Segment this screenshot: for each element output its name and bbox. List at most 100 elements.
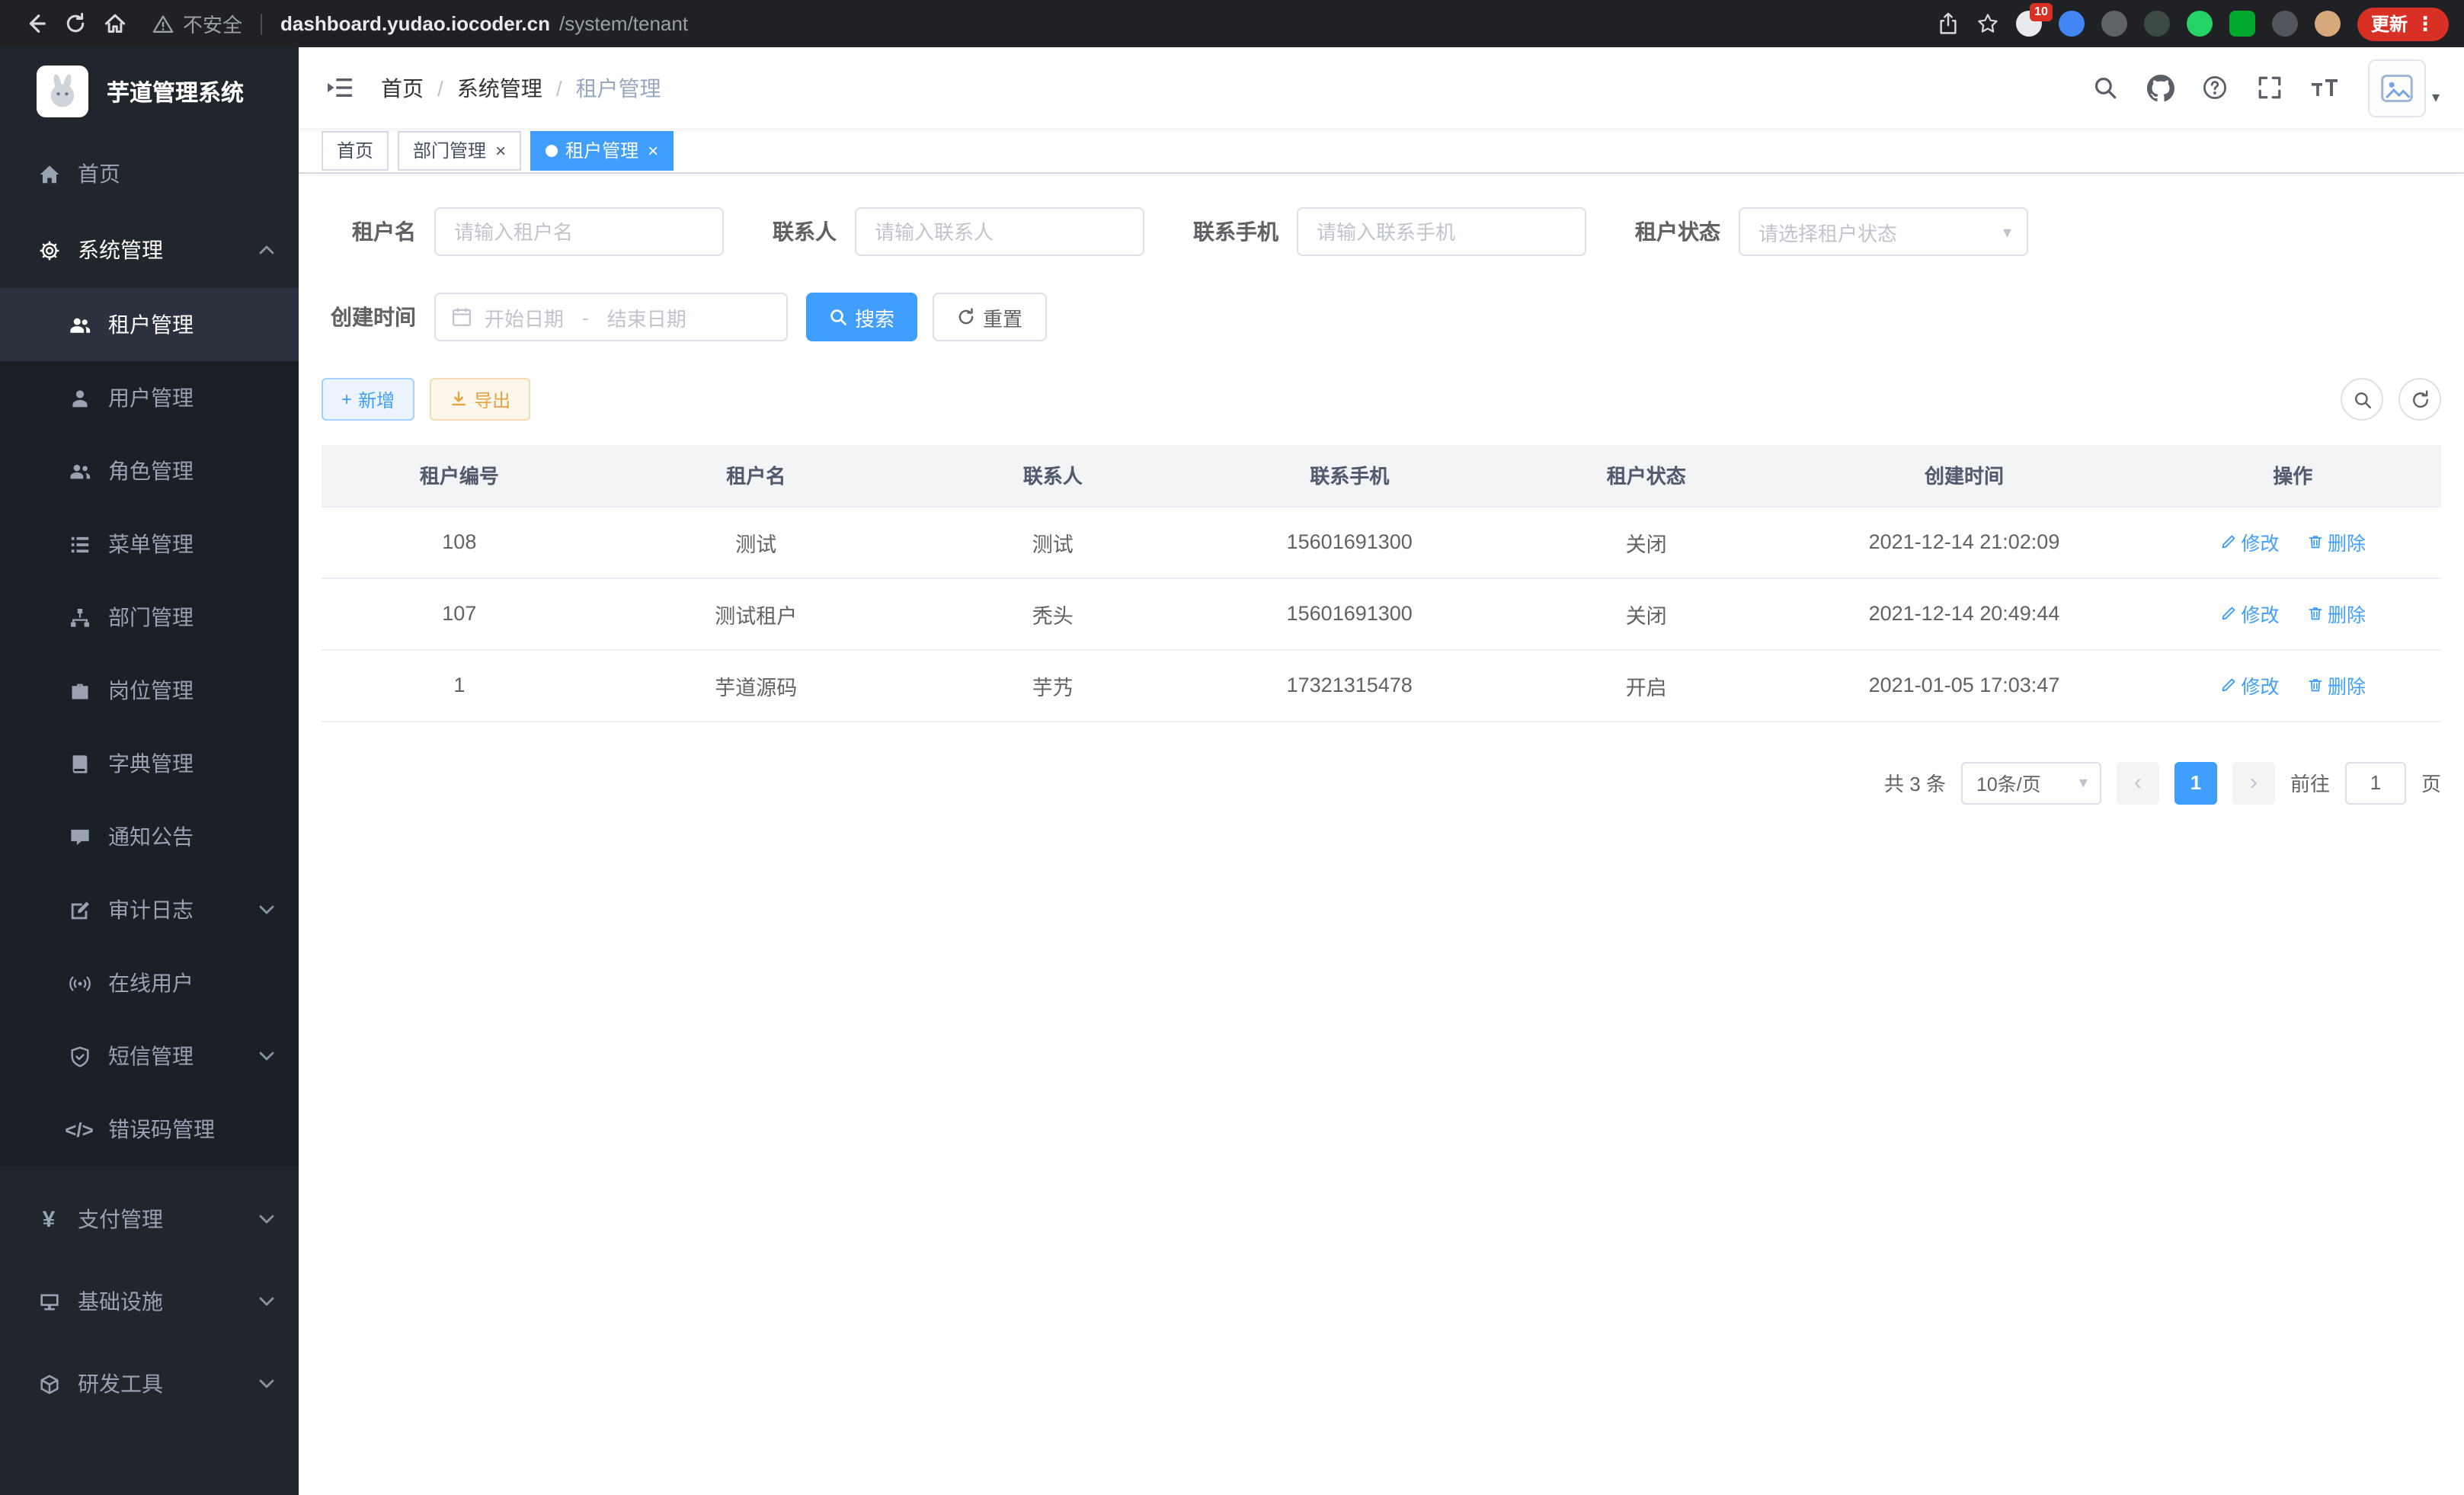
search-icon xyxy=(829,308,847,326)
extension-icon[interactable]: 10 xyxy=(2016,11,2042,37)
github-icon[interactable] xyxy=(2133,53,2188,123)
sidebar-item-dev-tool[interactable]: 研发工具 xyxy=(0,1343,299,1425)
sidebar-item-home[interactable]: 首页 xyxy=(0,136,299,212)
sidebar-item-error-code[interactable]: </> 错误码管理 xyxy=(0,1093,299,1166)
dept-tree-icon xyxy=(67,606,91,629)
reset-button[interactable]: 重置 xyxy=(933,293,1047,341)
status-select[interactable]: 请选择租户状态 ▾ xyxy=(1739,207,2028,256)
sidebar-item-infra[interactable]: 基础设施 xyxy=(0,1260,299,1343)
breadcrumb-current: 租户管理 xyxy=(576,72,661,103)
tenant-name-input[interactable] xyxy=(434,207,724,256)
profile-avatar[interactable] xyxy=(2315,11,2341,37)
breadcrumb-system[interactable]: 系统管理 xyxy=(457,72,542,103)
export-button-label: 导出 xyxy=(474,386,510,412)
bookmark-star-icon[interactable] xyxy=(1976,12,1999,35)
goto-page-input[interactable] xyxy=(2345,761,2406,804)
sidebar-item-label: 角色管理 xyxy=(108,456,194,486)
sidebar-item-menu[interactable]: 菜单管理 xyxy=(0,507,299,581)
reload-icon[interactable] xyxy=(55,4,94,43)
gear-icon xyxy=(37,238,61,261)
share-icon[interactable] xyxy=(1937,12,1960,35)
current-page: 1 xyxy=(2190,771,2201,794)
browser-home-icon[interactable] xyxy=(94,4,134,43)
page-content: 租户名 联系人 联系手机 租户状态 请选择租户状态 xyxy=(299,174,2464,1495)
extension-icon[interactable] xyxy=(2187,11,2213,37)
sidebar-item-tenant[interactable]: 租户管理 xyxy=(0,288,299,361)
tab-dept[interactable]: 部门管理 × xyxy=(398,130,521,170)
edit-button[interactable]: 修改 xyxy=(2219,599,2279,628)
plus-icon: + xyxy=(341,389,352,410)
contact-input[interactable] xyxy=(855,207,1144,256)
prev-page-button[interactable]: ‹ xyxy=(2117,761,2159,804)
tenant-name-label: 租户名 xyxy=(322,216,416,247)
page-number-button[interactable]: 1 xyxy=(2174,761,2217,804)
next-page-button[interactable]: › xyxy=(2232,761,2275,804)
address-divider xyxy=(261,13,262,34)
close-icon[interactable]: × xyxy=(495,141,506,159)
sidebar-item-notice[interactable]: 通知公告 xyxy=(0,800,299,873)
page-size-select[interactable]: 10条/页 ▾ xyxy=(1961,761,2101,804)
cell-id: 107 xyxy=(322,578,597,649)
sidebar-item-role[interactable]: 角色管理 xyxy=(0,434,299,507)
refresh-icon xyxy=(957,308,975,326)
user-avatar[interactable] xyxy=(2368,59,2426,117)
sidebar-item-label: 审计日志 xyxy=(108,895,194,925)
sidebar-item-user[interactable]: 用户管理 xyxy=(0,361,299,434)
export-button[interactable]: 导出 xyxy=(430,378,530,421)
extension-icon[interactable] xyxy=(2272,11,2298,37)
refresh-icon[interactable] xyxy=(2398,378,2441,421)
search-button[interactable]: 搜索 xyxy=(806,293,917,341)
cell-contact: 秃头 xyxy=(915,578,1191,649)
phone-label: 联系手机 xyxy=(1193,216,1278,247)
update-button[interactable]: 更新 ⋮ xyxy=(2357,7,2449,40)
back-icon[interactable] xyxy=(15,4,55,43)
edit-button[interactable]: 修改 xyxy=(2219,527,2279,556)
cell-name: 测试 xyxy=(597,506,915,578)
pagination-total: 共 3 条 xyxy=(1884,768,1946,797)
sidebar-item-audit-log[interactable]: 审计日志 xyxy=(0,873,299,946)
search-icon[interactable] xyxy=(2078,53,2133,123)
sidebar-item-sms[interactable]: 短信管理 xyxy=(0,1020,299,1093)
menu-dots-icon: ⋮ xyxy=(2415,11,2435,36)
page-size-value: 10条/页 xyxy=(1976,768,2041,797)
app-logo[interactable]: 芋道管理系统 xyxy=(0,47,299,136)
sidebar-item-system[interactable]: 系统管理 xyxy=(0,212,299,288)
date-range-picker[interactable]: 开始日期 - 结束日期 xyxy=(434,293,788,341)
hamburger-icon[interactable] xyxy=(320,76,360,99)
breadcrumb-home[interactable]: 首页 xyxy=(381,72,424,103)
tab-tenant[interactable]: 租户管理 × xyxy=(530,130,674,170)
add-button[interactable]: + 新增 xyxy=(322,378,414,421)
sidebar-item-dict[interactable]: 字典管理 xyxy=(0,727,299,800)
extension-icon[interactable] xyxy=(2229,11,2255,37)
phone-input[interactable] xyxy=(1297,207,1586,256)
sidebar-item-dept[interactable]: 部门管理 xyxy=(0,581,299,654)
active-tab-dot xyxy=(546,144,558,156)
caret-down-icon[interactable]: ▾ xyxy=(2432,90,2440,107)
sidebar-item-pay[interactable]: ¥ 支付管理 xyxy=(0,1178,299,1260)
close-icon[interactable]: × xyxy=(648,141,658,159)
screen: 不安全 dashboard.yudao.iocoder.cn/system/te… xyxy=(0,0,2464,1495)
address-bar[interactable]: 不安全 dashboard.yudao.iocoder.cn/system/te… xyxy=(152,9,688,38)
fullscreen-icon[interactable] xyxy=(2243,53,2298,123)
extension-icon[interactable] xyxy=(2144,11,2170,37)
sidebar-item-online-user[interactable]: 在线用户 xyxy=(0,946,299,1020)
next-icon: › xyxy=(2250,770,2258,796)
tab-home[interactable]: 首页 xyxy=(322,130,389,170)
edit-button[interactable]: 修改 xyxy=(2219,671,2279,699)
dict-book-icon xyxy=(67,752,91,775)
font-size-icon[interactable] xyxy=(2298,53,2353,123)
sms-shield-icon xyxy=(67,1045,91,1068)
tab-label: 租户管理 xyxy=(565,137,638,163)
toggle-search-icon[interactable] xyxy=(2341,378,2383,421)
delete-button[interactable]: 删除 xyxy=(2306,527,2366,556)
chevron-down-icon xyxy=(259,905,274,914)
delete-button[interactable]: 删除 xyxy=(2306,671,2366,699)
question-icon[interactable] xyxy=(2188,53,2243,123)
extension-icon[interactable] xyxy=(2101,11,2127,37)
tenant-people-icon xyxy=(67,313,91,336)
extension-icon[interactable] xyxy=(2059,11,2085,37)
sidebar: 芋道管理系统 首页 系统管理 租户管理 xyxy=(0,47,299,1495)
sidebar-item-post[interactable]: 岗位管理 xyxy=(0,654,299,727)
user-icon xyxy=(67,386,91,409)
delete-button[interactable]: 删除 xyxy=(2306,599,2366,628)
